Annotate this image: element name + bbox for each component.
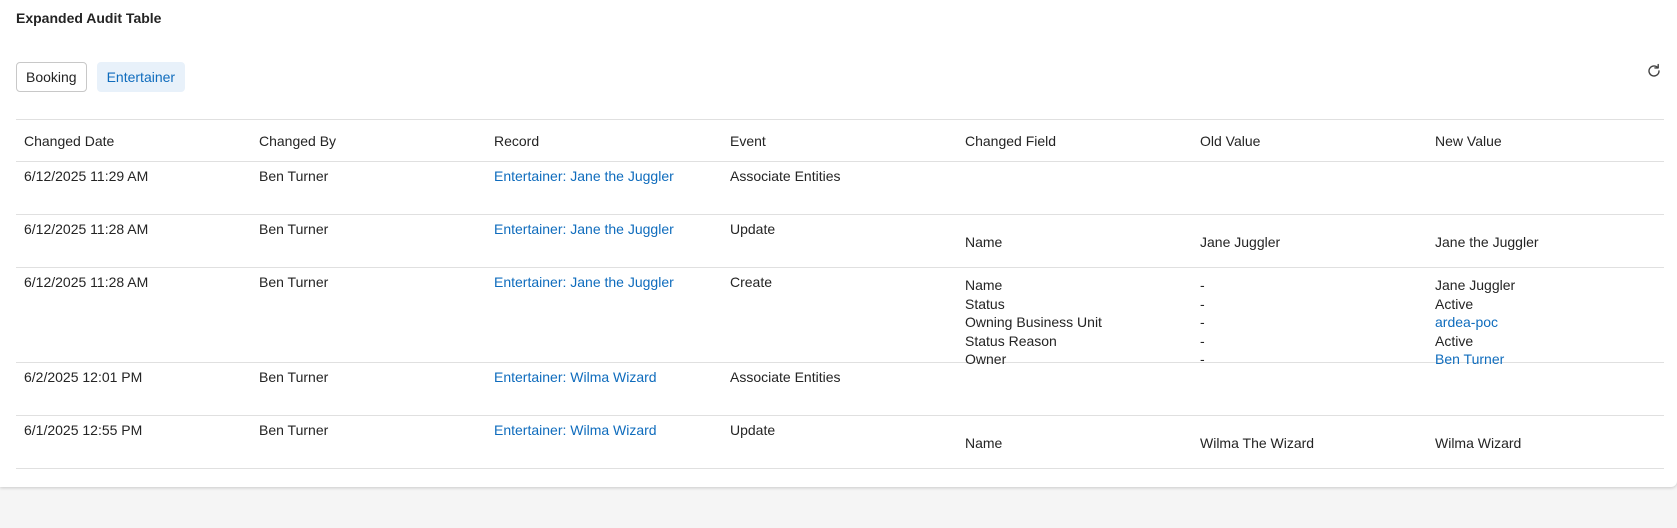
old-value-cell: - xyxy=(1200,295,1205,312)
old-value-cell: - xyxy=(1200,277,1205,293)
changed-by-cell: Ben Turner xyxy=(259,168,329,184)
record-link[interactable]: Entertainer: Wilma Wizard xyxy=(494,368,657,387)
changed-field-cell: Status Reason xyxy=(965,332,1057,349)
changed-field-cell: Name xyxy=(965,435,1003,451)
changed-field-cell: Owning Business Unit xyxy=(965,314,1102,330)
col-header-record[interactable]: Record xyxy=(494,132,539,151)
record-link[interactable]: Entertainer: Jane the Juggler xyxy=(494,273,674,292)
col-header-changed-field[interactable]: Changed Field xyxy=(965,132,1056,151)
table-row: 6/12/2025 11:29 AM Ben Turner Entertainer:… xyxy=(16,162,1664,215)
changed-by-cell: Ben Turner xyxy=(259,221,329,237)
new-value-cell: Jane the Juggler xyxy=(1435,234,1539,250)
audit-table: Changed Date Changed By Record Event Cha… xyxy=(16,119,1664,469)
changed-date-cell: 6/1/2025 12:55 PM xyxy=(24,422,143,438)
col-header-event[interactable]: Event xyxy=(730,132,766,151)
col-header-changed-date[interactable]: Changed Date xyxy=(24,132,114,151)
col-header-old-value[interactable]: Old Value xyxy=(1200,132,1260,151)
old-value-cell: - xyxy=(1200,332,1205,349)
refresh-icon[interactable] xyxy=(1645,62,1663,80)
audit-card: Expanded Audit Table Booking Entertainer… xyxy=(0,0,1677,487)
changed-field-cell: Name xyxy=(965,277,1003,293)
page-title: Expanded Audit Table xyxy=(16,10,162,26)
event-cell: Update xyxy=(730,422,776,438)
changed-date-cell: 6/2/2025 12:01 PM xyxy=(24,369,143,385)
new-value-cell: Active xyxy=(1435,332,1474,349)
new-value-cell: Active xyxy=(1435,295,1474,312)
event-cell: Create xyxy=(730,274,773,290)
table-row: 6/12/2025 11:28 AM Ben Turner Entertainer:… xyxy=(16,268,1664,367)
changed-field-cell: Status xyxy=(965,295,1005,312)
new-value-cell: Wilma Wizard xyxy=(1435,435,1522,451)
changed-by-cell: Ben Turner xyxy=(259,422,329,438)
old-value-cell: Jane Juggler xyxy=(1200,234,1281,250)
new-value-cell: Jane Juggler xyxy=(1435,277,1516,293)
col-header-new-value[interactable]: New Value xyxy=(1435,132,1502,151)
old-value-cell: - xyxy=(1200,314,1205,330)
event-cell: Associate Entities xyxy=(730,369,841,385)
record-link[interactable]: Entertainer: Wilma Wizard xyxy=(494,421,657,440)
changed-field-cell: Name xyxy=(965,234,1003,250)
changed-by-cell: Ben Turner xyxy=(259,274,329,290)
entity-tabs: Booking Entertainer xyxy=(16,62,186,92)
table-header: Changed Date Changed By Record Event Cha… xyxy=(16,119,1664,162)
col-header-changed-by[interactable]: Changed By xyxy=(259,132,336,151)
tab-booking[interactable]: Booking xyxy=(16,62,87,92)
old-value-cell: Wilma The Wizard xyxy=(1200,435,1315,451)
changed-by-cell: Ben Turner xyxy=(259,369,329,385)
table-row: 6/12/2025 11:28 AM Ben Turner Entertainer:… xyxy=(16,215,1664,268)
event-cell: Associate Entities xyxy=(730,168,841,184)
changed-date-cell: 6/12/2025 11:28 AM xyxy=(24,274,149,290)
record-link[interactable]: Entertainer: Jane the Juggler xyxy=(494,220,674,239)
tab-entertainer[interactable]: Entertainer xyxy=(96,62,186,92)
record-link[interactable]: Entertainer: Jane the Juggler xyxy=(494,167,674,186)
event-cell: Update xyxy=(730,221,776,237)
changed-date-cell: 6/12/2025 11:29 AM xyxy=(24,168,149,184)
table-row: 6/2/2025 12:01 PM Ben Turner Entertainer: … xyxy=(16,363,1664,416)
changed-date-cell: 6/12/2025 11:28 AM xyxy=(24,221,149,237)
new-value-link[interactable]: ardea-poc xyxy=(1435,313,1498,332)
table-row: 6/1/2025 12:55 PM Ben Turner Entertainer: … xyxy=(16,416,1664,469)
